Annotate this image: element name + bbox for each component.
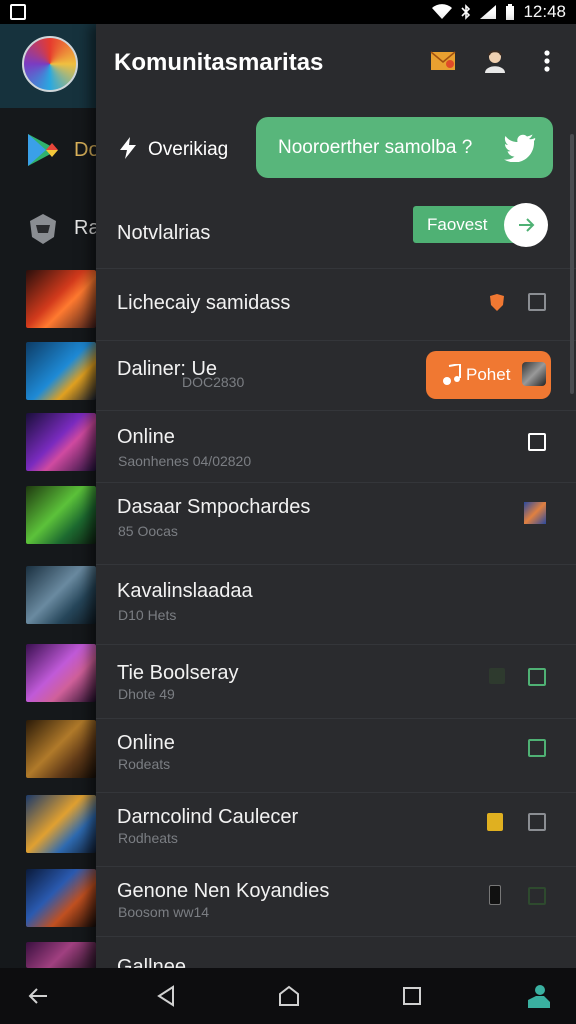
game-thumbnail[interactable] [26, 486, 96, 544]
game-helmet-icon[interactable] [26, 211, 60, 247]
list-item[interactable]: Online Rodeats [96, 718, 576, 793]
item-subtitle: Dhote 49 [118, 686, 175, 702]
twitter-bird-icon [504, 134, 536, 162]
follow-button-label: Faovest [427, 215, 488, 234]
list-item[interactable]: Dasaar Smpochardes 85 Oocas [96, 482, 576, 565]
post-button-label: Pohet [466, 365, 511, 384]
checkbox[interactable] [528, 739, 546, 757]
checkbox[interactable] [528, 433, 546, 451]
back-arrow-icon[interactable] [26, 984, 50, 1008]
mail-icon[interactable] [430, 48, 456, 74]
back-triangle-icon[interactable] [154, 984, 178, 1008]
item-title: Online [117, 732, 175, 754]
item-title: Tie Boolseray [117, 662, 239, 684]
item-title: Genone Nen Koyandies [117, 880, 330, 902]
more-options-icon[interactable] [534, 48, 560, 74]
shield-icon [490, 294, 504, 311]
arrow-right-icon [519, 218, 535, 232]
item-title: Lichecaiy samidass [117, 292, 291, 314]
recents-icon[interactable] [400, 984, 424, 1008]
item-subtitle: D10 Hets [118, 607, 177, 623]
list-item[interactable]: Darncolind Caulecer Rodheats [96, 792, 576, 867]
list-item[interactable]: Online Saonhenes 04/02820 [96, 410, 576, 483]
signal-icon [480, 5, 497, 19]
battery-icon [506, 3, 515, 20]
item-subtitle: 85 Oocas [118, 523, 178, 539]
list-item[interactable]: Tie Boolseray Dhote 49 [96, 644, 576, 719]
item-subtitle: Rodeats [118, 756, 171, 772]
list-item[interactable]: Lichecaiy samidass [96, 268, 576, 341]
background-drawer: Do Ra [0, 24, 100, 968]
checkbox[interactable] [528, 668, 546, 686]
game-mini-icon[interactable] [524, 502, 546, 524]
lightning-icon [120, 137, 136, 159]
pill-label: Nooroerther samolba ? [278, 137, 473, 158]
home-icon[interactable] [277, 984, 301, 1008]
community-panel: Komunitasmaritas Overikiag Nooroerther s… [96, 24, 576, 968]
navigation-bar [0, 968, 576, 1024]
folder-icon [487, 813, 503, 831]
list-item[interactable]: Genone Nen Koyandies Boosom ww14 [96, 866, 576, 937]
avatar [522, 362, 546, 386]
notifications-label: Notvlalrias [117, 222, 211, 244]
status-square [489, 668, 505, 684]
bluetooth-icon [461, 4, 471, 20]
clock: 12:48 [523, 2, 566, 21]
game-thumbnail[interactable] [26, 720, 96, 778]
twitter-share-pill[interactable]: Nooroerther samolba ? [256, 117, 553, 178]
music-note-icon [443, 364, 461, 385]
status-bar: 12:48 [0, 0, 576, 24]
scrollbar[interactable] [570, 134, 574, 394]
game-thumbnail[interactable] [26, 342, 96, 400]
item-subtitle: Saonhenes 04/02820 [118, 453, 252, 469]
page-title: Komunitasmaritas [114, 49, 324, 76]
item-title: Dasaar Smpochardes [117, 496, 311, 518]
game-thumbnail[interactable] [26, 644, 96, 702]
profile-avatar[interactable] [22, 36, 78, 92]
list-item[interactable]: Gallnee [96, 936, 576, 968]
send-button[interactable] [504, 203, 548, 247]
game-thumbnail[interactable] [26, 942, 96, 968]
play-store-icon[interactable] [26, 132, 60, 168]
wifi-icon [432, 4, 453, 19]
game-thumbnail[interactable] [26, 795, 96, 853]
game-thumbnail[interactable] [26, 270, 96, 328]
game-thumbnail[interactable] [26, 413, 96, 471]
item-title: Kavalinslaadaa [117, 580, 253, 602]
post-button[interactable]: Pohet [426, 351, 551, 399]
game-thumbnail[interactable] [26, 869, 96, 927]
item-title: Gallnee [117, 956, 186, 968]
community-icon[interactable] [524, 982, 552, 1010]
item-title: Darncolind Caulecer [117, 806, 299, 828]
item-title: Online [117, 426, 175, 448]
item-subtitle: Rodheats [118, 830, 178, 846]
checkbox[interactable] [528, 293, 546, 311]
item-subtitle: DOC2830 [182, 374, 245, 390]
game-thumbnail[interactable] [26, 566, 96, 624]
list-item[interactable]: Kavalinslaadaa D10 Hets [96, 564, 576, 645]
notification-image-icon [10, 4, 26, 20]
action-label: Overikiag [148, 139, 229, 160]
phone-icon [489, 885, 501, 905]
profile-icon[interactable] [482, 48, 508, 74]
checkbox[interactable] [528, 887, 546, 905]
checkbox[interactable] [528, 813, 546, 831]
item-subtitle: Boosom ww14 [118, 904, 210, 920]
